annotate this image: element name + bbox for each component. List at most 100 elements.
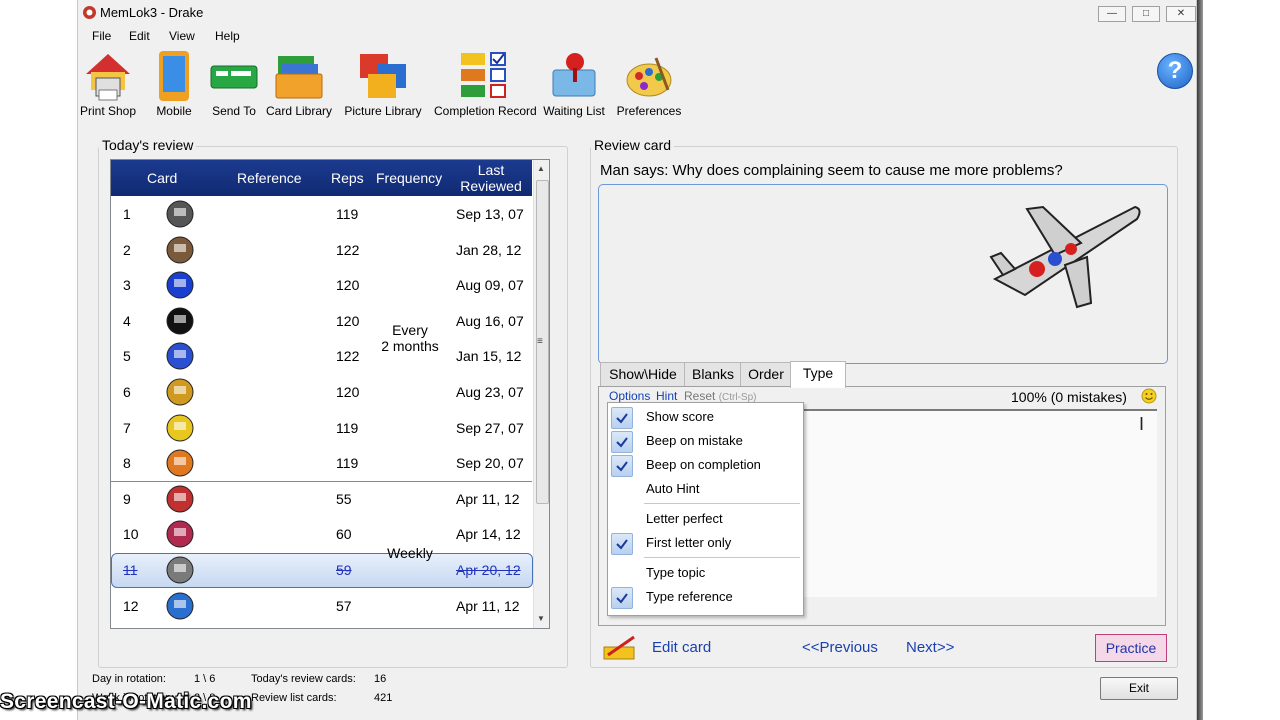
row-reps: 122 <box>336 348 360 365</box>
checkmark-icon <box>611 431 633 453</box>
menu-separator <box>644 557 800 558</box>
col-card[interactable]: Card <box>147 170 177 186</box>
menu-help[interactable]: Help <box>215 29 240 43</box>
row-number: 10 <box>123 526 139 543</box>
table-row[interactable]: 11 59 Apr 20, 12 <box>111 552 532 588</box>
checklist-icon <box>461 52 506 98</box>
tab-blanks[interactable]: Blanks <box>684 362 742 386</box>
option-auto-hint[interactable]: Auto Hint <box>608 477 803 501</box>
table-row[interactable]: 10 60 Apr 14, 12 <box>111 516 532 552</box>
table-row[interactable]: 1 119 Sep 13, 07 <box>111 196 532 232</box>
row-last-reviewed: Apr 11, 12 <box>456 490 520 507</box>
airplane-picture <box>989 205 1141 309</box>
row-reps: 119 <box>336 419 359 436</box>
exit-button[interactable]: Exit <box>1100 677 1178 700</box>
frequency-weekly: Weekly <box>387 545 433 561</box>
menu-view[interactable]: View <box>169 29 195 43</box>
option-letter-perfect[interactable]: Letter perfect <box>608 507 803 531</box>
maximize-button[interactable]: □ <box>1132 6 1160 22</box>
col-reps[interactable]: Reps <box>331 170 364 186</box>
edit-card-link[interactable]: Edit card <box>652 639 711 656</box>
scroll-down-arrow-icon[interactable]: ▼ <box>537 614 545 623</box>
score-display: 100% (0 mistakes) <box>1011 389 1127 405</box>
table-row[interactable]: 2 122 Jan 28, 12 <box>111 232 532 268</box>
checkmark-icon <box>611 587 633 609</box>
row-number: 8 <box>123 455 131 472</box>
app-logo-icon <box>83 6 96 19</box>
row-reps: 60 <box>336 526 352 543</box>
menu-edit[interactable]: Edit <box>129 29 150 43</box>
tab-show-hide[interactable]: Show\Hide <box>600 362 686 386</box>
option-type-topic[interactable]: Type topic <box>608 561 803 585</box>
col-reference[interactable]: Reference <box>237 170 302 186</box>
row-number: 3 <box>123 277 131 294</box>
row-last-reviewed: Aug 16, 07 <box>456 312 524 329</box>
previous-link[interactable]: <<Previous <box>802 639 878 656</box>
row-last-reviewed: Jan 15, 12 <box>456 348 522 365</box>
todays-review-title: Today's review <box>99 137 197 153</box>
scroll-grip-icon: ≡ <box>537 336 543 347</box>
day-in-rotation-label: Day in rotation: <box>92 673 166 685</box>
toolbar-picture-library[interactable]: Picture Library <box>340 50 426 118</box>
row-last-reviewed: Apr 20, 12 <box>456 562 521 578</box>
table-row[interactable]: 12 57 Apr 11, 12 <box>111 588 532 624</box>
toolbar-preferences[interactable]: Preferences <box>614 50 684 118</box>
toolbar-send-to[interactable]: Send To <box>206 50 262 118</box>
tab-order[interactable]: Order <box>740 362 792 386</box>
col-last-reviewed[interactable]: Last Reviewed <box>459 162 523 194</box>
toolbar-completion-record[interactable]: Completion Record <box>434 50 537 118</box>
review-card-title: Review card <box>591 137 675 153</box>
menu-separator <box>644 503 800 504</box>
options-link[interactable]: Options <box>609 389 650 403</box>
edit-pencil-icon[interactable] <box>602 633 638 661</box>
review-card-list[interactable]: Card Reference Reps Frequency Last Revie… <box>110 159 550 629</box>
minimize-button[interactable]: — <box>1098 6 1126 22</box>
toolbar-mobile[interactable]: Mobile <box>149 50 199 118</box>
table-row[interactable]: 7 119 Sep 27, 07 <box>111 410 532 446</box>
row-reps: 122 <box>336 241 360 258</box>
option-type-reference[interactable]: Type reference <box>608 585 803 609</box>
picture-frames-icon <box>360 54 406 98</box>
row-number: 5 <box>123 348 131 365</box>
row-reps: 57 <box>336 597 352 614</box>
next-link[interactable]: Next>> <box>906 639 954 656</box>
row-reps: 119 <box>336 206 359 222</box>
todays-review-cards-label: Today's review cards: <box>251 673 356 685</box>
table-row[interactable]: 5 122 Jan 15, 12 <box>111 338 532 374</box>
row-last-reviewed: Apr 14, 12 <box>456 526 521 543</box>
reset-link[interactable]: Reset (Ctrl-Sp) <box>684 389 756 403</box>
option-beep-on-mistake[interactable]: Beep on mistake <box>608 429 803 453</box>
table-row[interactable]: 9 55 Apr 11, 12 <box>111 481 532 517</box>
card-picture <box>161 591 199 624</box>
tab-type[interactable]: Type <box>790 361 846 388</box>
desktop-background <box>1197 0 1280 720</box>
option-beep-on-completion[interactable]: Beep on completion <box>608 453 803 477</box>
row-reps: 55 <box>336 490 352 507</box>
scroll-up-arrow-icon[interactable]: ▲ <box>537 164 545 173</box>
row-last-reviewed: Aug 23, 07 <box>456 384 524 400</box>
table-row[interactable]: 3 120 Aug 09, 07 <box>111 267 532 303</box>
card-send-icon <box>210 65 258 89</box>
toolbar-card-library[interactable]: Card Library <box>266 50 332 118</box>
list-header: Card Reference Reps Frequency Last Revie… <box>111 160 532 196</box>
help-button[interactable]: ? <box>1157 53 1193 89</box>
table-row[interactable]: 4 120 Aug 16, 07 <box>111 303 532 339</box>
col-frequency[interactable]: Frequency <box>376 170 442 186</box>
practice-button[interactable]: Practice <box>1095 634 1167 662</box>
table-row[interactable]: 6 120 Aug 23, 07 <box>111 374 532 410</box>
option-first-letter-only[interactable]: First letter only <box>608 531 803 555</box>
menu-file[interactable]: File <box>92 29 111 43</box>
window-title: MemLok3 - Drake <box>100 5 204 20</box>
smiley-icon <box>1141 388 1157 404</box>
list-scrollbar[interactable]: ▲ ≡ ▼ <box>533 160 549 628</box>
toolbar-print-shop[interactable]: Print Shop <box>80 50 136 118</box>
table-row[interactable]: 8 119 Sep 20, 07 <box>111 445 532 481</box>
toolbar-waiting-list[interactable]: Waiting List <box>542 50 606 118</box>
row-last-reviewed: Sep 20, 07 <box>456 455 524 472</box>
hint-link[interactable]: Hint <box>656 389 677 403</box>
card-picture <box>161 341 199 374</box>
day-in-rotation-value: 1 \ 6 <box>194 673 216 685</box>
row-number: 4 <box>123 312 131 329</box>
close-button[interactable]: ✕ <box>1166 6 1196 22</box>
option-show-score[interactable]: Show score <box>608 405 803 429</box>
